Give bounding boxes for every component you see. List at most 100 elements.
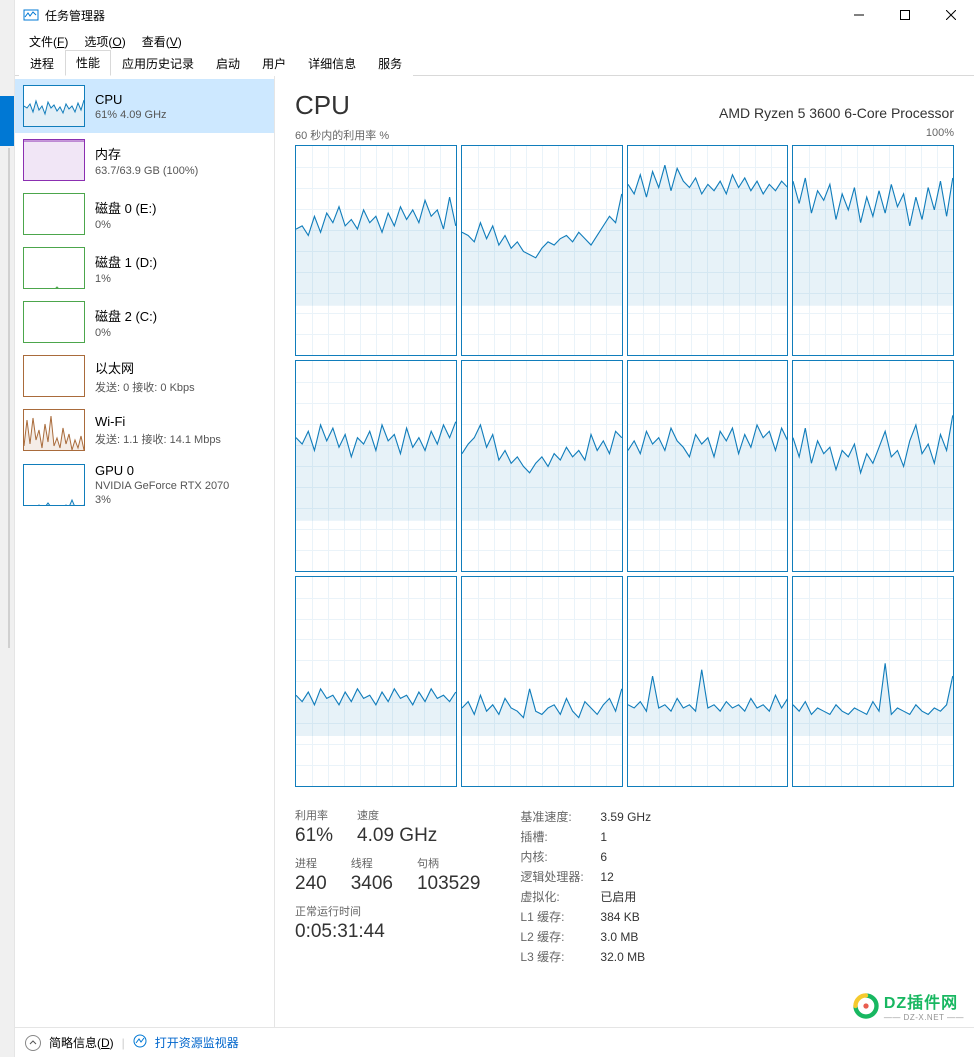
footer: 简略信息(D) | 打开资源监视器 [15,1027,974,1057]
speed-label: 速度 [357,807,437,823]
info-value: 12 [600,867,613,887]
info-value: 已启用 [600,887,636,907]
watermark-text: DZ插件网 [884,989,964,1013]
proc-label: 进程 [295,855,327,871]
info-value: 3.0 MB [600,927,638,947]
detail-pane: CPU AMD Ryzen 5 3600 6-Core Processor 6 0… [275,76,974,1027]
sidebar-item-title: Wi-Fi [95,414,221,429]
sidebar-item-sub: 63.7/63.9 GB (100%) [95,165,198,177]
chart-label-right: 100% [926,127,954,143]
sidebar-item-0[interactable]: CPU 61% 4.09 GHz [15,79,274,133]
sidebar-item-sub: 0% [95,219,156,231]
info-key: 内核: [520,847,600,867]
info-row: L2 缓存:3.0 MB [520,927,651,947]
info-value: 1 [600,827,607,847]
watermark: DZ插件网 —— DZ-X.NET —— [852,989,964,1022]
info-key: L1 缓存: [520,907,600,927]
core-chart-2 [627,145,789,356]
info-key: 逻辑处理器: [520,867,600,887]
sidebar-item-5[interactable]: 以太网发送: 0 接收: 0 Kbps [15,349,274,403]
info-row: 内核:6 [520,847,651,867]
core-chart-10 [627,576,789,787]
chevron-up-icon[interactable] [25,1035,41,1051]
core-chart-11 [792,576,954,787]
menu-view[interactable]: 查看(V) [136,31,188,52]
tab-0[interactable]: 进程 [19,51,65,76]
sidebar-thumb-icon [23,301,85,343]
sidebar-item-title: 内存 [95,144,198,163]
handles-value: 103529 [417,873,480,895]
info-row: L3 缓存:32.0 MB [520,947,651,967]
info-row: 基准速度:3.59 GHz [520,807,651,827]
sidebar-thumb-icon [23,193,85,235]
util-value: 61% [295,825,333,847]
info-value: 3.59 GHz [600,807,651,827]
tab-5[interactable]: 详细信息 [297,51,367,76]
window-title: 任务管理器 [45,7,836,24]
info-key: 基准速度: [520,807,600,827]
core-chart-3 [792,145,954,356]
info-row: L1 缓存:384 KB [520,907,651,927]
watermark-sub: —— DZ-X.NET —— [884,1013,964,1022]
tab-6[interactable]: 服务 [367,51,413,76]
sidebar-item-title: 磁盘 1 (D:) [95,252,157,271]
sidebar-item-title: CPU [95,92,167,107]
sidebar-item-sub: 发送: 0 接收: 0 Kbps [95,379,195,395]
info-value: 32.0 MB [600,947,645,967]
sidebar-item-7[interactable]: GPU 0NVIDIA GeForce RTX 20703% [15,457,274,512]
sidebar-item-title: 磁盘 2 (C:) [95,306,157,325]
resmon-icon [133,1034,147,1051]
sidebar-item-6[interactable]: Wi-Fi 发送: 1.1 接收: 14.1 Mbps [15,403,274,457]
detail-heading: CPU [295,90,350,121]
sidebar-thumb-icon [23,409,85,451]
sidebar-item-sub: 0% [95,327,157,339]
uptime-label: 正常运行时间 [295,903,480,919]
sidebar-item-title: 磁盘 0 (E:) [95,198,156,217]
tab-2[interactable]: 应用历史记录 [111,51,205,76]
info-value: 6 [600,847,607,867]
menu-options[interactable]: 选项(O) [78,31,131,52]
tab-4[interactable]: 用户 [251,51,297,76]
fewer-details-link[interactable]: 简略信息(D) [49,1034,114,1051]
sidebar-thumb-icon [23,355,85,397]
info-row: 插槽:1 [520,827,651,847]
sidebar-item-1[interactable]: 内存 63.7/63.9 GB (100%) [15,133,274,187]
tab-3[interactable]: 启动 [205,51,251,76]
info-key: 插槽: [520,827,600,847]
core-chart-6 [627,360,789,571]
menubar: 文件(F) 选项(O) 查看(V) [15,30,974,52]
proc-value: 240 [295,873,327,895]
sidebar-item-title: 以太网 [95,358,195,377]
tab-1[interactable]: 性能 [65,50,111,76]
core-chart-7 [792,360,954,571]
info-table: 基准速度:3.59 GHz插槽:1内核:6逻辑处理器:12虚拟化:已启用L1 缓… [520,807,651,967]
info-key: 虚拟化: [520,887,600,907]
sidebar-item-2[interactable]: 磁盘 0 (E:) 0% [15,187,274,241]
menu-file[interactable]: 文件(F) [23,31,74,52]
app-icon [23,7,39,23]
maximize-button[interactable] [882,0,928,30]
info-row: 虚拟化:已启用 [520,887,651,907]
sidebar-item-sub: 1% [95,273,157,285]
sidebar: CPU 61% 4.09 GHz 内存 63.7/63.9 GB (100%) 磁盘 0… [15,76,275,1027]
core-grid [295,145,954,787]
sidebar-item-sub: 61% 4.09 GHz [95,109,167,121]
info-key: L2 缓存: [520,927,600,947]
core-chart-1 [461,145,623,356]
sidebar-item-sub: 发送: 1.1 接收: 14.1 Mbps [95,431,221,447]
core-chart-4 [295,360,457,571]
sidebar-thumb-icon [23,139,85,181]
core-chart-8 [295,576,457,787]
uptime-value: 0:05:31:44 [295,921,480,943]
close-button[interactable] [928,0,974,30]
info-row: 逻辑处理器:12 [520,867,651,887]
resmon-link[interactable]: 打开资源监视器 [155,1034,239,1051]
minimize-button[interactable] [836,0,882,30]
sidebar-item-3[interactable]: 磁盘 1 (D:) 1% [15,241,274,295]
sidebar-item-sub: NVIDIA GeForce RTX 2070 [95,480,229,492]
sidebar-item-4[interactable]: 磁盘 2 (C:) 0% [15,295,274,349]
sidebar-item-sub2: 3% [95,494,229,506]
info-value: 384 KB [600,907,639,927]
cpu-model: AMD Ryzen 5 3600 6-Core Processor [719,105,954,121]
speed-value: 4.09 GHz [357,825,437,847]
